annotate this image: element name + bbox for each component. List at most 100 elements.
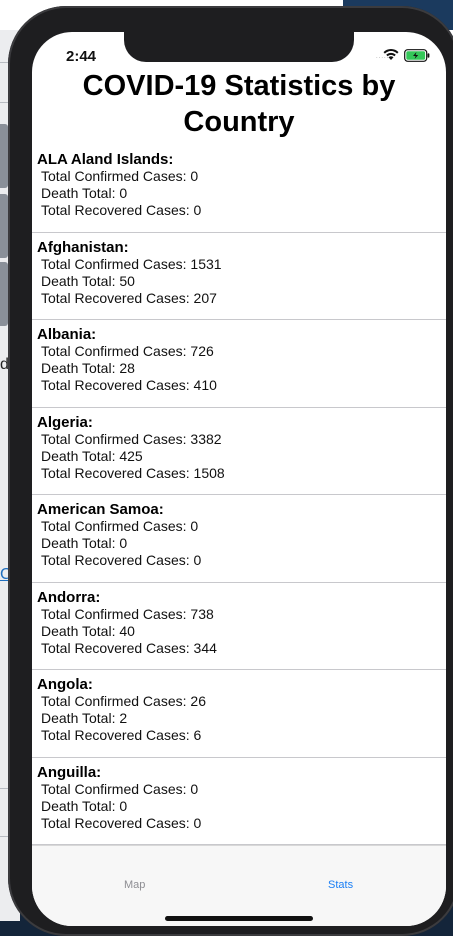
recovered-cases-label: Total Recovered Cases:: [41, 289, 190, 306]
country-row[interactable]: ALA Aland Islands: Total Confirmed Cases:…: [32, 145, 446, 233]
recovered-cases-value: 1508: [193, 464, 225, 481]
death-total-label: Death Total:: [41, 710, 116, 726]
notch: [124, 32, 354, 62]
death-total-value: 40: [119, 622, 135, 639]
recovered-cases: Total Recovered Cases: 1508: [37, 465, 446, 482]
recovered-cases-value: 0: [193, 552, 202, 568]
recovered-cases-label: Total Recovered Cases:: [41, 727, 190, 743]
death-total: Death Total: 28: [37, 360, 446, 377]
death-total-label: Death Total:: [41, 797, 116, 814]
recovered-cases-label: Total Recovered Cases:: [41, 639, 190, 656]
death-total: Death Total: 2: [37, 710, 446, 727]
phone-screen: 2:44 ..... COVID-19 Statistics by Countr…: [32, 32, 446, 926]
recovered-cases: Total Recovered Cases: 344: [37, 640, 446, 657]
death-total-label: Death Total:: [41, 535, 116, 551]
home-indicator[interactable]: [165, 916, 313, 921]
background-tab: [0, 262, 8, 326]
death-total-value: 28: [119, 360, 135, 376]
wifi-icon: [383, 48, 399, 60]
death-total-label: Death Total:: [41, 360, 116, 376]
death-total-label: Death Total:: [41, 447, 116, 464]
confirmed-cases-label: Total Confirmed Cases:: [41, 343, 187, 359]
confirmed-cases-label: Total Confirmed Cases:: [41, 255, 187, 272]
recovered-cases-value: 207: [193, 289, 217, 306]
recovered-cases-label: Total Recovered Cases:: [41, 552, 190, 568]
confirmed-cases: Total Confirmed Cases: 0: [37, 168, 446, 185]
country-name: ALA Aland Islands:: [37, 151, 174, 168]
confirmed-cases: Total Confirmed Cases: 0: [37, 781, 446, 798]
confirmed-cases: Total Confirmed Cases: 738: [37, 606, 446, 623]
country-row[interactable]: Anguilla: Total Confirmed Cases: 0 Death T…: [32, 758, 446, 845]
confirmed-cases-value: 0: [190, 168, 199, 184]
country-row[interactable]: Angola: Total Confirmed Cases: 26 Death To…: [32, 670, 446, 758]
confirmed-cases: Total Confirmed Cases: 726: [37, 343, 446, 360]
death-total: Death Total: 0: [37, 535, 446, 552]
death-total: Death Total: 425: [37, 448, 446, 465]
confirmed-cases-value: 0: [190, 780, 199, 797]
confirmed-cases-label: Total Confirmed Cases:: [41, 780, 187, 797]
death-total-value: 2: [119, 710, 128, 726]
death-total: Death Total: 0: [37, 185, 446, 202]
recovered-cases: Total Recovered Cases: 410: [37, 377, 446, 394]
confirmed-cases-value: 3382: [190, 430, 222, 447]
recovered-cases-value: 6: [193, 727, 202, 743]
recovered-cases-label: Total Recovered Cases:: [41, 814, 190, 831]
tab-stats[interactable]: Stats: [328, 879, 353, 891]
battery-icon: [404, 49, 430, 62]
confirmed-cases-label: Total Confirmed Cases:: [41, 168, 187, 184]
country-name: American Samoa:: [37, 501, 164, 518]
country-name: Albania:: [37, 326, 97, 343]
country-name: Anguilla:: [37, 763, 102, 781]
death-total: Death Total: 0: [37, 798, 446, 815]
country-name: Afghanistan:: [37, 238, 129, 256]
confirmed-cases: Total Confirmed Cases: 0: [37, 518, 446, 535]
death-total-value: 0: [119, 535, 128, 551]
recovered-cases-value: 344: [193, 639, 217, 656]
confirmed-cases: Total Confirmed Cases: 3382: [37, 431, 446, 448]
recovered-cases: Total Recovered Cases: 0: [37, 552, 446, 569]
country-row[interactable]: Afghanistan: Total Confirmed Cases: 1531 D…: [32, 233, 446, 320]
death-total-value: 425: [119, 447, 143, 464]
recovered-cases-value: 410: [193, 377, 217, 393]
confirmed-cases-value: 0: [190, 518, 199, 534]
confirmed-cases-value: 738: [190, 605, 214, 622]
recovered-cases-value: 0: [193, 202, 202, 218]
death-total-value: 50: [119, 272, 135, 289]
country-row[interactable]: Andorra: Total Confirmed Cases: 738 Death …: [32, 583, 446, 670]
death-total: Death Total: 40: [37, 623, 446, 640]
country-row[interactable]: Albania: Total Confirmed Cases: 726 Death …: [32, 320, 446, 408]
death-total-label: Death Total:: [41, 185, 116, 201]
recovered-cases: Total Recovered Cases: 0: [37, 202, 446, 219]
country-name: Andorra:: [37, 588, 101, 606]
recovered-cases-label: Total Recovered Cases:: [41, 377, 190, 393]
page-title: COVID-19 Statistics by Country: [82, 70, 396, 138]
death-total: Death Total: 50: [37, 273, 446, 290]
tab-map[interactable]: Map: [124, 879, 145, 891]
recovered-cases: Total Recovered Cases: 0: [37, 815, 446, 832]
country-name: Algeria:: [37, 413, 93, 431]
country-list[interactable]: ALA Aland Islands: Total Confirmed Cases:…: [32, 145, 446, 845]
country-row[interactable]: Algeria: Total Confirmed Cases: 3382 Death…: [32, 408, 446, 495]
death-total-value: 0: [119, 797, 128, 814]
status-time: 2:44: [66, 48, 97, 65]
confirmed-cases-value: 726: [190, 343, 214, 359]
confirmed-cases-label: Total Confirmed Cases:: [41, 605, 187, 622]
recovered-cases-label: Total Recovered Cases:: [41, 202, 190, 218]
country-row[interactable]: American Samoa: Total Confirmed Cases: 0D…: [32, 495, 446, 583]
phone-frame: 2:44 ..... COVID-19 Statistics by Countr…: [8, 6, 453, 936]
recovered-cases: Total Recovered Cases: 6: [37, 727, 446, 744]
death-total-value: 0: [119, 185, 128, 201]
confirmed-cases-label: Total Confirmed Cases:: [41, 693, 187, 709]
confirmed-cases-label: Total Confirmed Cases:: [41, 430, 187, 447]
recovered-cases-label: Total Recovered Cases:: [41, 464, 190, 481]
confirmed-cases: Total Confirmed Cases: 26: [37, 693, 446, 710]
confirmed-cases: Total Confirmed Cases: 1531: [37, 256, 446, 273]
recovered-cases: Total Recovered Cases: 207: [37, 290, 446, 307]
confirmed-cases-label: Total Confirmed Cases:: [41, 518, 187, 534]
confirmed-cases-value: 26: [190, 693, 206, 709]
country-name: Angola:: [37, 676, 93, 693]
background-tab: [0, 124, 8, 188]
background-tab: [0, 194, 8, 258]
death-total-label: Death Total:: [41, 622, 116, 639]
confirmed-cases-value: 1531: [190, 255, 222, 272]
